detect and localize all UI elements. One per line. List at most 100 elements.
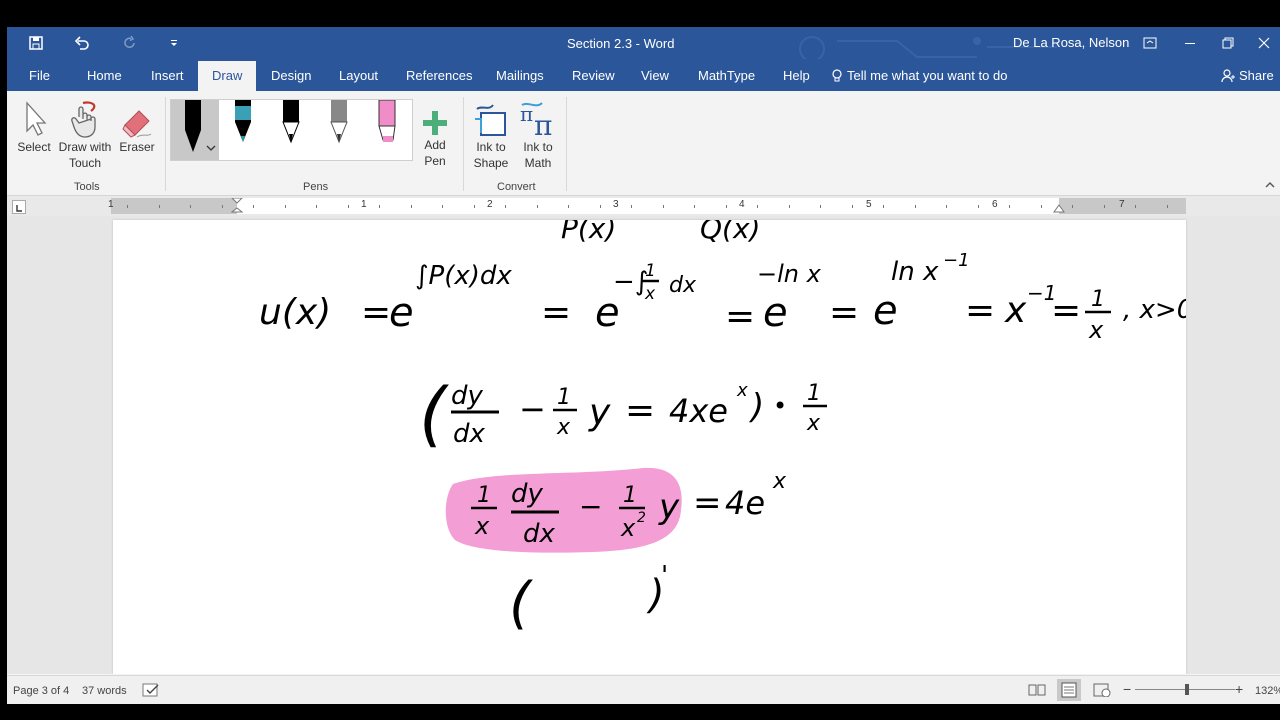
ink-text: dx bbox=[669, 273, 697, 298]
ruler-tick bbox=[662, 205, 664, 208]
collapse-ribbon-icon[interactable] bbox=[1265, 181, 1275, 189]
ruler-tick bbox=[694, 205, 695, 208]
ruler-number: 6 bbox=[992, 199, 998, 210]
title-bar: Section 2.3 - Word De La Rosa, Nelson bbox=[7, 27, 1280, 80]
tab-home[interactable]: Home bbox=[87, 68, 122, 83]
ink-text: dy bbox=[451, 381, 484, 411]
customize-qat-icon[interactable] bbox=[157, 27, 191, 59]
proofing-icon[interactable] bbox=[142, 683, 160, 697]
document-page[interactable]: .hw { font-family: "DejaVu Sans", sans-s… bbox=[113, 220, 1186, 674]
ruler-tick bbox=[379, 205, 380, 208]
print-layout-view-active[interactable] bbox=[1057, 679, 1081, 701]
pen-black-fine[interactable] bbox=[271, 100, 311, 160]
ink-text: x bbox=[474, 512, 490, 540]
ruler-tick bbox=[1103, 205, 1105, 208]
ink-text: 1 bbox=[557, 385, 571, 410]
ink-text: P(x) bbox=[561, 220, 616, 245]
eraser-button[interactable]: Eraser bbox=[117, 97, 157, 155]
ink-text: = bbox=[625, 390, 655, 431]
indent-marker[interactable] bbox=[231, 198, 243, 214]
ink-text: x bbox=[772, 469, 787, 494]
pen-gray-pencil[interactable] bbox=[319, 100, 359, 160]
ink-text: −ln x bbox=[757, 260, 822, 288]
ink-text: 4xe bbox=[669, 392, 728, 430]
close-icon[interactable] bbox=[1247, 27, 1280, 59]
ruler-tick bbox=[473, 205, 475, 208]
plus-icon bbox=[423, 111, 447, 135]
status-bar: Page 3 of 4 37 words − + 132% bbox=[7, 675, 1280, 704]
group-divider bbox=[165, 97, 166, 191]
ruler-left-margin bbox=[111, 198, 237, 214]
ruler-tick bbox=[1040, 205, 1042, 208]
zoom-slider-thumb[interactable] bbox=[1185, 684, 1189, 695]
tab-draw[interactable]: Draw bbox=[198, 61, 257, 91]
right-indent-marker[interactable] bbox=[1053, 204, 1065, 214]
horizontal-ruler[interactable]: 1 1 2 3 4 5 6 7 bbox=[108, 198, 1186, 214]
web-layout-icon[interactable] bbox=[1093, 683, 1111, 697]
ink-text: = bbox=[829, 292, 859, 333]
ink-text: = bbox=[965, 290, 995, 331]
tab-selector[interactable] bbox=[12, 200, 26, 214]
ruler-number: 7 bbox=[1119, 199, 1125, 210]
zoom-out-icon[interactable]: − bbox=[1123, 681, 1131, 697]
touch-hand-icon bbox=[71, 101, 96, 138]
ink-text: , x>0 bbox=[1123, 295, 1186, 325]
select-button[interactable]: Select bbox=[15, 97, 53, 155]
ink-text: dx bbox=[453, 419, 486, 449]
tab-review[interactable]: Review bbox=[572, 68, 615, 83]
pen-pink-highlighter[interactable] bbox=[367, 99, 407, 160]
tell-me-search[interactable]: Tell me what you want to do bbox=[831, 68, 1007, 83]
ink-text: = bbox=[1051, 290, 1081, 331]
ruler-tick bbox=[757, 205, 758, 208]
ink-text: = bbox=[725, 296, 755, 337]
undo-icon[interactable] bbox=[65, 27, 99, 59]
tab-references[interactable]: References bbox=[406, 68, 472, 83]
tab-insert[interactable]: Insert bbox=[151, 68, 184, 83]
tab-mailings[interactable]: Mailings bbox=[496, 68, 544, 83]
tab-mathtype[interactable]: MathType bbox=[698, 68, 755, 83]
page-count[interactable]: Page 3 of 4 bbox=[13, 685, 69, 697]
zoom-level[interactable]: 132% bbox=[1255, 685, 1280, 697]
ruler-number: 1 bbox=[108, 199, 114, 210]
ink-to-math-button[interactable]: ππ Ink to Math bbox=[517, 97, 559, 171]
ink-text: e bbox=[389, 290, 414, 336]
word-count[interactable]: 37 words bbox=[82, 685, 127, 697]
draw-with-touch-button[interactable]: Draw with Touch bbox=[57, 97, 113, 171]
tab-help[interactable]: Help bbox=[783, 68, 810, 83]
ruler-number: 2 bbox=[487, 199, 493, 210]
document-area: .hw { font-family: "DejaVu Sans", sans-s… bbox=[7, 216, 1280, 674]
ruler-tick bbox=[347, 205, 349, 208]
save-icon[interactable] bbox=[19, 27, 53, 59]
read-mode-icon[interactable] bbox=[1028, 683, 1046, 697]
redo-icon[interactable] bbox=[113, 27, 147, 59]
pen-galaxy[interactable] bbox=[223, 100, 263, 160]
ruler-tick bbox=[725, 205, 727, 208]
ruler-tick bbox=[221, 205, 223, 208]
ruler-tick bbox=[946, 205, 947, 208]
eraser-label: Eraser bbox=[119, 140, 155, 154]
add-pen-button[interactable]: Add Pen bbox=[417, 97, 453, 169]
ink-text: ' bbox=[661, 561, 668, 591]
ruler-tick bbox=[1135, 205, 1136, 208]
pen-black-selected[interactable] bbox=[171, 100, 219, 160]
select-label: Select bbox=[17, 140, 51, 154]
tab-file[interactable]: File bbox=[29, 68, 50, 83]
ruler-bar: 1 1 2 3 4 5 6 7 bbox=[7, 196, 1280, 216]
ribbon-display-options-icon[interactable] bbox=[1130, 27, 1170, 59]
group-divider bbox=[463, 97, 464, 191]
minimize-icon[interactable] bbox=[1170, 27, 1210, 59]
restore-icon[interactable] bbox=[1208, 27, 1248, 59]
zoom-in-icon[interactable]: + bbox=[1235, 681, 1243, 697]
ruler-tick bbox=[1072, 205, 1073, 208]
ink-text: 1 bbox=[807, 381, 821, 406]
ink-to-shape-label-1: Ink to bbox=[476, 140, 506, 154]
ruler-tick bbox=[316, 205, 317, 208]
share-button[interactable]: Share bbox=[1221, 68, 1274, 83]
tab-design[interactable]: Design bbox=[271, 68, 311, 83]
ink-text: −1 bbox=[943, 250, 970, 271]
user-name[interactable]: De La Rosa, Nelson bbox=[1013, 35, 1129, 50]
ink-to-shape-button[interactable]: Ink to Shape bbox=[471, 97, 511, 171]
tab-layout[interactable]: Layout bbox=[339, 68, 378, 83]
tab-view[interactable]: View bbox=[641, 68, 669, 83]
ruler-tick bbox=[536, 205, 538, 208]
